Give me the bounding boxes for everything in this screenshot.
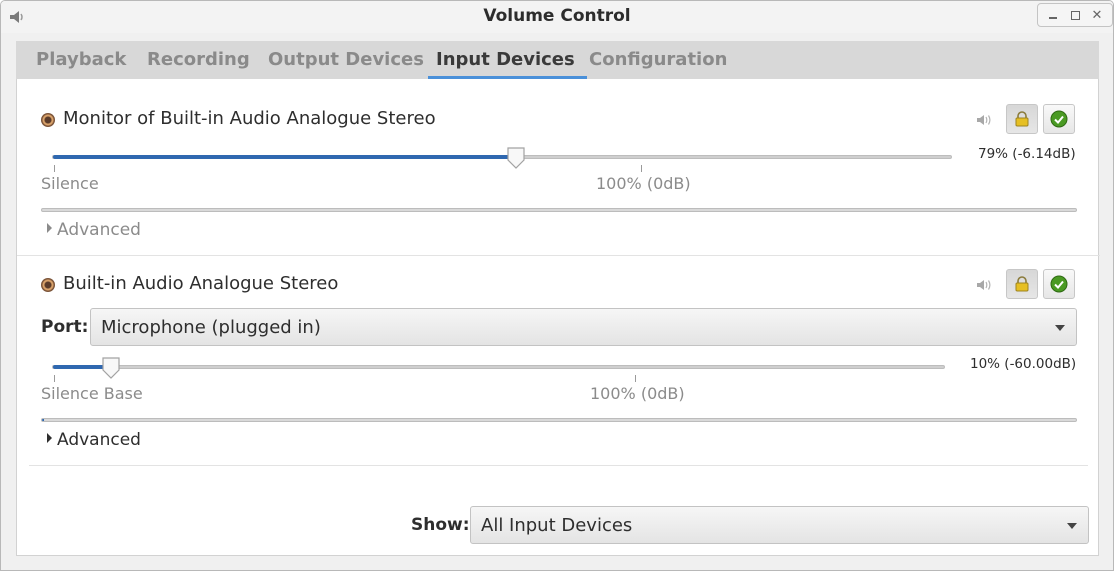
input-devices-panel: Monitor of Built-in Audio Analogue Stere… [16,79,1100,556]
volume-slider-handle[interactable] [506,146,526,170]
peak-level-meter [41,418,1077,422]
show-label: Show: [411,515,470,535]
lock-icon [1015,276,1029,292]
expander-arrow-icon [47,223,52,233]
silence-base-mark-label: Silence Base [41,384,143,403]
volume-slider-fill [53,155,517,159]
audio-card-icon [41,278,55,292]
unity-mark-label: 100% (0dB) [596,174,691,193]
tab-input-devices[interactable]: Input Devices [428,41,587,79]
tab-configuration[interactable]: Configuration [589,41,727,79]
volume-value-label: 10% (-60.00dB) [970,356,1077,372]
silence-mark-label: Silence [41,174,99,193]
slider-tick-100 [635,375,636,382]
slider-tick-100 [641,165,642,172]
slider-tick-min [54,165,55,172]
expander-arrow-icon [47,433,52,443]
window-title: Volume Control [483,6,631,26]
checkmark-icon [1050,110,1068,128]
advanced-label: Advanced [57,220,141,240]
device-separator [29,465,1088,466]
volume-slider-handle[interactable] [101,356,121,380]
tab-output-devices[interactable]: Output Devices [268,41,424,79]
device-name: Built-in Audio Analogue Stereo [63,273,339,294]
volume-control-window: Volume Control ✕ Playback Recording Outp… [0,0,1114,571]
volume-slider[interactable] [52,365,945,369]
tab-bar: Playback Recording Output Devices Input … [16,41,1099,79]
audio-card-icon [41,113,55,127]
port-label: Port: [41,317,89,337]
tab-playback[interactable]: Playback [36,41,126,79]
window-controls: ✕ [1037,3,1113,27]
checkmark-icon [1050,275,1068,293]
slider-tick-min [54,375,55,382]
minimize-button[interactable] [1045,7,1061,23]
lock-channels-button[interactable] [1006,104,1038,134]
lock-channels-button[interactable] [1006,269,1038,299]
unity-mark-label: 100% (0dB) [590,384,685,403]
port-dropdown-value: Microphone (plugged in) [101,317,321,338]
advanced-expander[interactable]: Advanced [47,220,141,240]
set-default-button[interactable] [1043,269,1075,299]
lock-icon [1015,111,1029,127]
advanced-label: Advanced [57,430,141,450]
device-separator [17,255,1100,256]
tab-recording[interactable]: Recording [147,41,250,79]
speaker-muted-icon[interactable] [975,111,993,129]
chevron-down-icon [1055,325,1065,331]
device-name: Monitor of Built-in Audio Analogue Stere… [63,108,436,129]
set-default-button[interactable] [1043,104,1075,134]
show-dropdown[interactable]: All Input Devices [470,506,1089,544]
maximize-button[interactable] [1067,7,1083,23]
volume-slider[interactable] [52,155,952,159]
peak-level-fill [42,419,45,421]
speaker-muted-icon[interactable] [975,276,993,294]
title-bar[interactable]: Volume Control ✕ [1,1,1113,33]
show-dropdown-value: All Input Devices [481,515,633,536]
close-button[interactable]: ✕ [1089,7,1105,23]
volume-value-label: 79% (-6.14dB) [978,146,1076,162]
chevron-down-icon [1067,523,1077,529]
peak-level-meter [41,208,1077,212]
advanced-expander[interactable]: Advanced [47,430,141,450]
port-dropdown[interactable]: Microphone (plugged in) [90,308,1077,346]
